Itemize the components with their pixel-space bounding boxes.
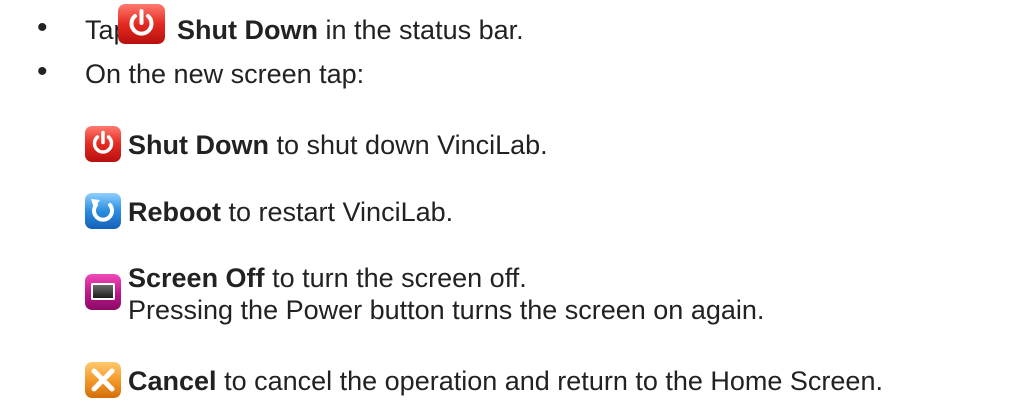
option-reboot-text: to restart VinciLab.: [228, 197, 454, 227]
option-shut-down-label: Shut Down: [128, 130, 269, 160]
bullet-tap-rest: Shut Down in the status bar.: [177, 14, 524, 46]
option-cancel: Cancel to cancel the operation and retur…: [128, 365, 883, 397]
reboot-icon: [85, 193, 121, 229]
option-cancel-label: Cancel: [128, 366, 217, 396]
power-icon: [85, 126, 121, 162]
option-reboot: Reboot to restart VinciLab.: [128, 196, 453, 228]
screen-off-icon: [85, 274, 121, 310]
shut-down-label: Shut Down: [177, 15, 318, 45]
option-screen-off-label: Screen Off: [128, 263, 265, 293]
power-icon: [118, 4, 165, 44]
option-cancel-text: to cancel the operation and return to th…: [224, 366, 883, 396]
option-reboot-label: Reboot: [128, 197, 221, 227]
option-screen-off: Screen Off to turn the screen off.: [128, 262, 527, 294]
cancel-icon: [85, 362, 121, 398]
option-screen-off-note: Pressing the Power button turns the scre…: [128, 295, 765, 325]
bullet-1-dot: •: [37, 11, 48, 44]
option-screen-off-text: to turn the screen off.: [272, 263, 527, 293]
tap-suffix: in the status bar.: [325, 15, 524, 45]
bullet-2-dot: •: [37, 55, 48, 88]
bullet-new-screen-line: On the new screen tap:: [85, 59, 365, 89]
option-shut-down-text: to shut down VinciLab.: [276, 130, 548, 160]
option-shut-down: Shut Down to shut down VinciLab.: [128, 129, 548, 161]
